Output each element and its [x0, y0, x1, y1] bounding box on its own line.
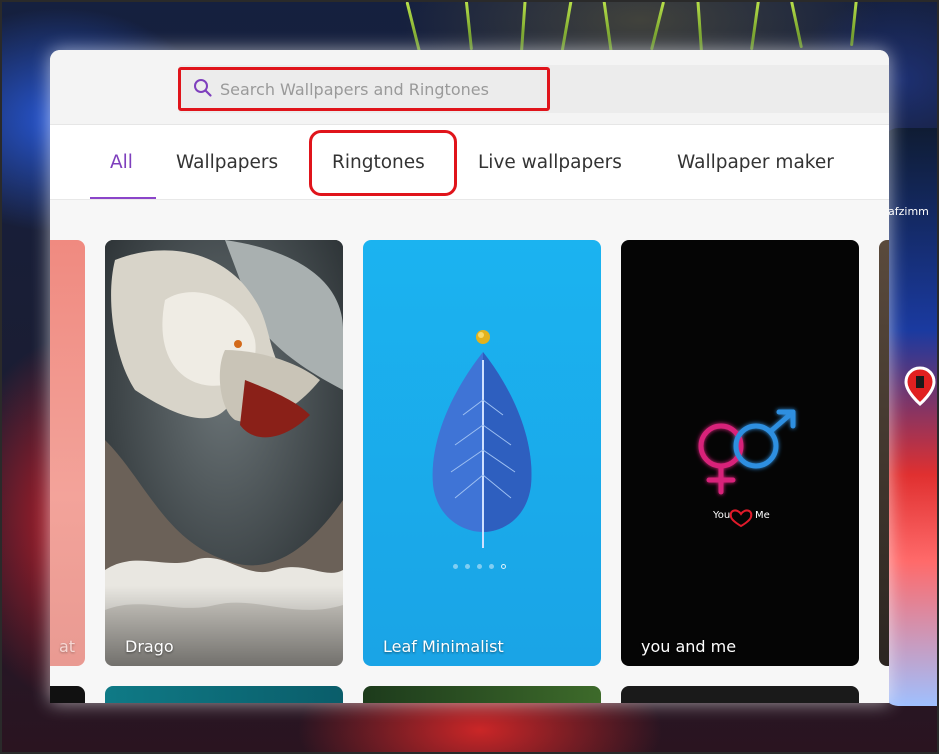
wallpaper-card-row2[interactable] [621, 686, 859, 703]
carousel-dot [453, 564, 458, 569]
wallpaper-card-row2[interactable] [105, 686, 343, 703]
grass-blade [696, 0, 703, 53]
tab-wallpapers[interactable]: Wallpapers [176, 125, 278, 199]
location-pin-icon [904, 366, 936, 406]
caption-me: Me [755, 510, 770, 521]
category-tabs: All Wallpapers Ringtones Live wallpapers… [50, 125, 889, 199]
carousel-dot-active [501, 564, 506, 569]
wallpaper-card-drago[interactable]: Drago [105, 240, 343, 666]
carousel-dot [477, 564, 482, 569]
card-title: Drago [125, 637, 174, 656]
header [50, 50, 889, 124]
wallpaper-card-leaf-minimalist[interactable]: Leaf Minimalist [363, 240, 601, 666]
search-icon [194, 79, 212, 97]
card-title: at [59, 637, 76, 656]
phone-label: afzimm [888, 205, 929, 218]
wallpaper-card-partial-left[interactable]: at [50, 240, 85, 666]
tab-all[interactable]: All [110, 125, 133, 199]
app-window: All Wallpapers Ringtones Live wallpapers… [50, 50, 889, 703]
grass-blade [560, 0, 573, 56]
card-title: Leaf Minimalist [383, 637, 504, 656]
grass-blade [650, 1, 666, 51]
wallpaper-card-partial-right[interactable] [879, 240, 889, 666]
carousel-dots [453, 564, 506, 569]
grass-blade [750, 0, 760, 51]
tab-ringtones[interactable]: Ringtones [332, 125, 425, 199]
gender-symbols-artwork [698, 409, 796, 528]
grass-blade [790, 0, 803, 49]
carousel-dot [489, 564, 494, 569]
caption-you: You [713, 510, 731, 521]
grass-blade [464, 0, 473, 51]
card-title: you and me [641, 637, 737, 656]
wallpaper-card-row2[interactable] [50, 686, 85, 703]
grass-blade [850, 0, 858, 47]
wallpaper-card-row2[interactable] [363, 686, 601, 703]
leaf-artwork [432, 330, 532, 548]
tab-live-wallpapers[interactable]: Live wallpapers [478, 125, 622, 199]
search-bar[interactable] [178, 65, 889, 113]
search-input[interactable] [220, 65, 700, 113]
grass-blade [520, 0, 527, 53]
carousel-dot [465, 564, 470, 569]
grass-blade [602, 0, 613, 55]
wallpaper-grid: at Drago Leaf Minimalist You Me you and … [50, 200, 889, 703]
wallpaper-card-you-and-me[interactable]: You Me you and me [621, 240, 859, 666]
tab-wallpaper-maker[interactable]: Wallpaper maker [677, 125, 834, 199]
